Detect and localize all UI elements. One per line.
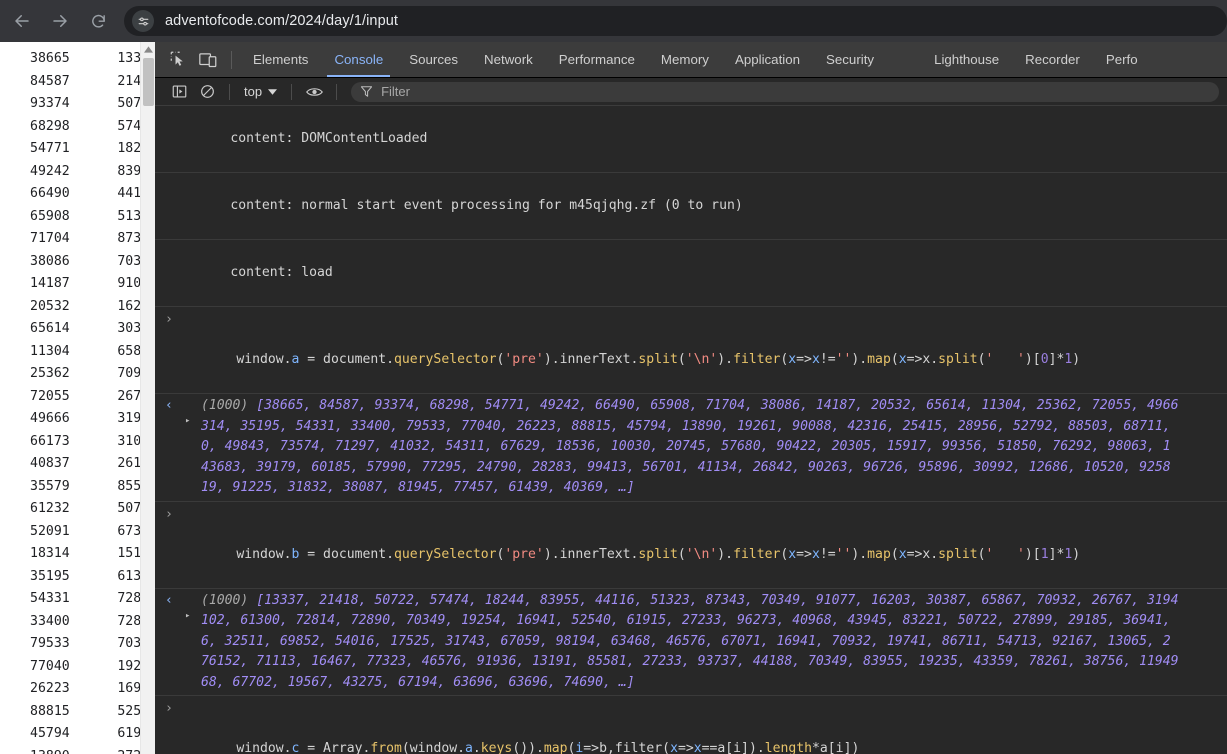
tab-recorder[interactable]: Recorder [1012,42,1093,77]
console-message-info: content: load [155,240,1227,307]
device-toolbar-icon[interactable] [193,42,223,77]
page-scrollbar-thumb[interactable] [143,58,154,106]
tab-elements[interactable]: Elements [240,42,321,77]
reload-icon [91,14,105,28]
console-result-array[interactable]: ‹ ▸ (1000) [13337, 21418, 50722, 57474, … [155,589,1227,696]
inspect-element-icon[interactable] [163,42,193,77]
console-input-command[interactable]: › window.a = document.querySelector('pre… [155,307,1227,394]
arrow-right-icon [53,15,67,27]
tab-lighthouse[interactable]: Lighthouse [921,42,1012,77]
console-toolbar-divider-2 [291,83,293,100]
console-toolbar-divider-1 [229,83,230,100]
array-length-label: (1000) [201,398,249,413]
tab-network[interactable]: Network [471,42,546,77]
array-preview: (1000) [38665, 84587, 93374, 68298, 5477… [189,396,1227,499]
tune-icon[interactable] [132,10,154,32]
console-info-text: content: normal start event processing f… [230,198,743,213]
devtools-panel: Elements Console Sources Network Perform… [155,42,1227,754]
tab-performance-insights[interactable]: Perfo [1093,42,1151,77]
page-scrollbar[interactable] [140,42,155,754]
array-preview-line: 102, 61300, 72814, 72890, 70349, 19254, … [201,613,1171,628]
tab-console[interactable]: Console [321,42,396,77]
scroll-up-arrow-icon[interactable] [141,42,155,56]
tab-application[interactable]: Application [722,42,813,77]
tab-security[interactable]: Security [813,42,887,77]
array-length-label: (1000) [201,592,249,608]
array-preview-line: 6, 32511, 69852, 54016, 17525, 31743, 67… [201,633,1171,649]
expand-array-triangle-icon[interactable]: ▸ [185,611,190,621]
console-input-command[interactable]: › window.b = document.querySelector('pre… [155,502,1227,589]
array-preview-line: 314, 35195, 54331, 33400, 79533, 77040, … [201,418,1171,434]
execution-context-label: top [244,84,263,99]
expand-array-triangle-icon[interactable]: ▸ [185,416,190,426]
back-button[interactable] [6,5,38,37]
console-info-text: content: load [230,265,333,280]
array-preview-line: 43683, 39179, 60185, 57990, 77295, 24790… [201,459,1171,475]
arrow-left-icon [15,15,29,27]
console-toolbar-divider-3 [336,83,338,100]
array-preview-line: 76152, 71113, 16467, 77323, 46576, 91936… [201,654,1179,669]
filter-funnel-icon [361,86,373,97]
array-preview-line: (1000) [13337, 21418, 50722, 57474, 1824… [201,592,1179,608]
console-message-info: content: normal start event processing f… [155,173,1227,240]
devtools-tabbar: Elements Console Sources Network Perform… [155,42,1227,78]
browser-toolbar: adventofcode.com/2024/day/1/input [0,0,1227,42]
input-numbers-pre: 38665 13337 84587 21418 93374 50722 6829… [30,51,155,754]
page-content-area: 38665 13337 84587 21418 93374 50722 6829… [0,42,155,754]
array-preview-line: 19, 91225, 31832, 38087, 81945, 77457, 6… [201,480,635,495]
result-arrow-icon: ‹ [165,592,173,608]
execution-context-selector[interactable]: top [238,82,283,101]
command-text: window.a = document.querySelector('pre')… [236,352,1081,367]
console-result-array[interactable]: ‹ ▸ (1000) [38665, 84587, 93374, 68298, … [155,394,1227,502]
console-info-text: content: DOMContentLoaded [230,131,428,146]
chevron-down-icon [268,88,278,95]
url-text: adventofcode.com/2024/day/1/input [165,13,399,29]
array-preview: (1000) [13337, 21418, 50722, 57474, 1824… [189,591,1227,694]
toolbar-divider [231,50,232,69]
array-preview-line: 68, 67702, 19567, 43275, 67194, 63696, 6… [201,674,635,690]
input-arrow-icon: › [165,701,173,716]
command-text: window.b = document.querySelector('pre')… [236,546,1081,562]
array-preview-line: (1000) [38665, 84587, 93374, 68298, 5477… [201,398,1179,413]
live-expression-eye-icon[interactable] [300,79,328,105]
address-bar[interactable]: adventofcode.com/2024/day/1/input [124,6,1227,36]
tab-memory[interactable]: Memory [648,42,722,77]
result-arrow-icon: ‹ [165,398,173,413]
forward-button[interactable] [44,5,76,37]
filter-placeholder: Filter [381,84,410,99]
array-preview-line: 0, 49843, 73574, 71297, 41032, 54311, 67… [201,439,1171,454]
console-input-command[interactable]: › window.c = Array.from(window.a.keys())… [155,696,1227,754]
reload-button[interactable] [82,5,114,37]
command-text: window.c = Array.from(window.a.keys()).m… [236,741,860,754]
console-message-info: content: DOMContentLoaded [155,106,1227,173]
console-message-list[interactable]: content: DOMContentLoaded content: norma… [155,106,1227,754]
tab-performance[interactable]: Performance [546,42,648,77]
tab-sources[interactable]: Sources [396,42,471,77]
console-toolbar: top Filter [155,78,1227,106]
input-arrow-icon: › [165,506,173,522]
filter-input[interactable]: Filter [351,81,1219,102]
clear-console-icon[interactable] [193,79,221,105]
input-arrow-icon: › [165,312,173,327]
show-console-sidebar-icon[interactable] [165,79,193,105]
